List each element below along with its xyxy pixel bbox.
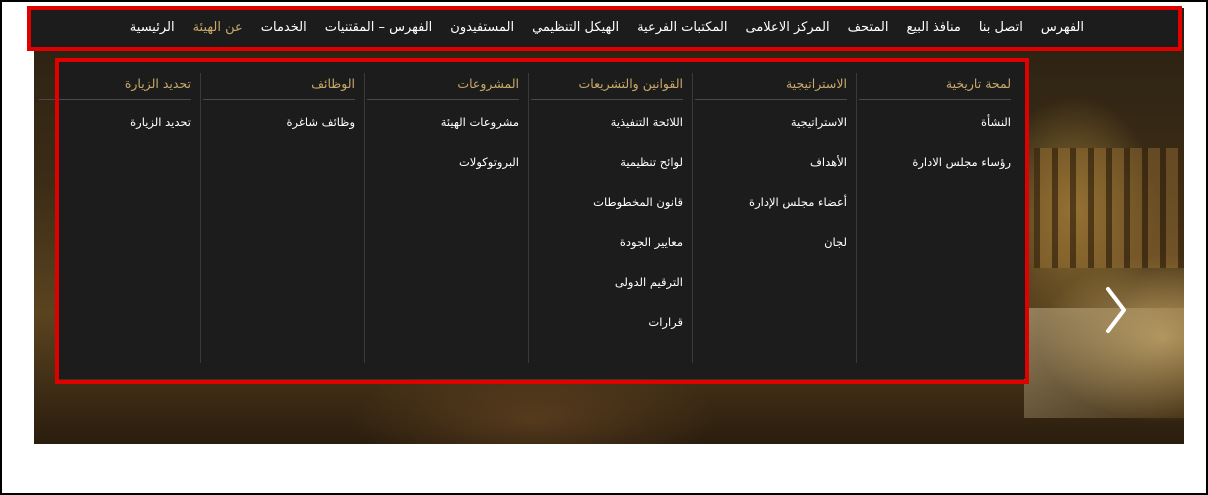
chevron-right-icon[interactable]: [1102, 283, 1128, 337]
hero-bookshelves: [1034, 148, 1184, 268]
nav-highlight-box: [27, 6, 1182, 51]
mega-menu-highlight-box: [55, 58, 1029, 384]
